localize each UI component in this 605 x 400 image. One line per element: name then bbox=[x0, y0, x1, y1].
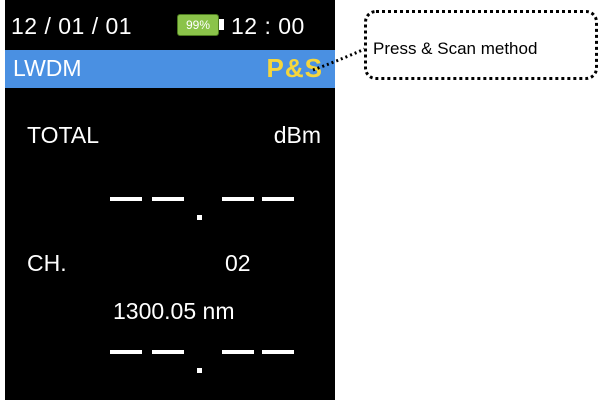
battery-tip bbox=[219, 19, 224, 30]
reading-dash bbox=[262, 350, 294, 354]
reading-dash bbox=[222, 350, 254, 354]
callout-text: Press & Scan method bbox=[373, 39, 538, 58]
callout-box: Press & Scan method bbox=[364, 10, 598, 80]
reading-dash bbox=[152, 350, 184, 354]
device-screen: 12 / 01 / 01 99% 12 : 00 LWDM P&S TOTAL … bbox=[5, 0, 335, 400]
mode-bar: LWDM P&S bbox=[5, 50, 335, 88]
status-date: 12 / 01 / 01 bbox=[11, 13, 133, 39]
reading-dash bbox=[262, 197, 294, 201]
unit-label: dBm bbox=[273, 122, 321, 148]
battery-level: 99% bbox=[177, 14, 219, 36]
reading-dash bbox=[152, 197, 184, 201]
channel-label: CH. bbox=[27, 250, 67, 276]
reading-dash bbox=[222, 197, 254, 201]
wavelength-value: 1300.05 nm bbox=[113, 298, 235, 324]
mode-name: LWDM bbox=[13, 55, 82, 81]
reading-dash bbox=[110, 350, 142, 354]
total-power-reading bbox=[110, 185, 294, 225]
decimal-point bbox=[197, 368, 202, 373]
channel-value: 02 bbox=[225, 250, 251, 276]
total-label: TOTAL bbox=[27, 122, 99, 148]
channel-power-reading bbox=[110, 338, 294, 378]
status-time: 12 : 00 bbox=[231, 13, 305, 39]
decimal-point bbox=[197, 215, 202, 220]
battery-icon: 99% bbox=[177, 14, 225, 36]
reading-dash bbox=[110, 197, 142, 201]
status-bar: 12 / 01 / 01 99% 12 : 00 bbox=[5, 0, 335, 50]
